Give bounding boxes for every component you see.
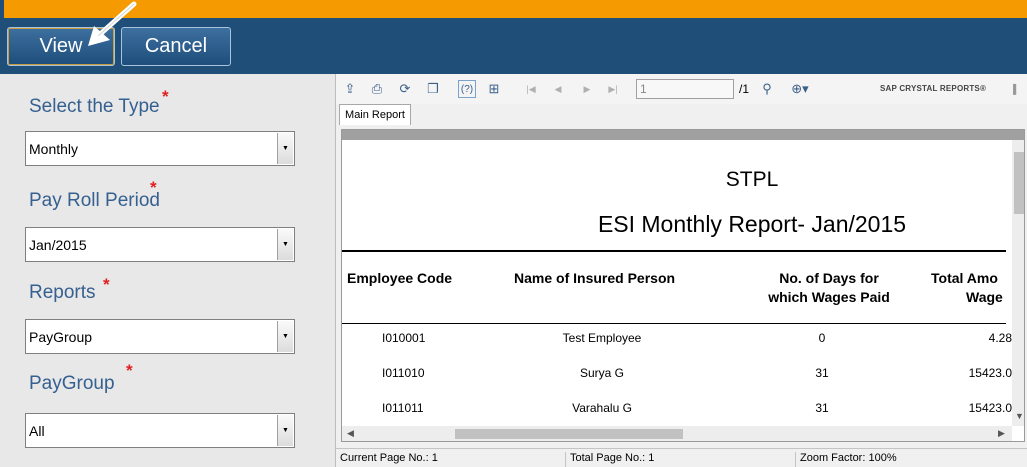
type-label: Select the Type: [29, 96, 160, 117]
copy-icon[interactable]: ❐: [424, 80, 442, 98]
horizontal-scroll-thumb[interactable]: [455, 429, 683, 439]
next-page-icon[interactable]: ▶: [578, 80, 596, 98]
paygroup-select[interactable]: All ▼: [25, 413, 295, 448]
top-accent-strip: [0, 0, 1027, 18]
dropdown-arrow-icon[interactable]: ▼: [277, 321, 293, 352]
report-page: STPL ESI Monthly Report- Jan/2015 Employ…: [341, 129, 1025, 442]
paygroup-select-value: All: [29, 422, 45, 439]
prev-page-icon[interactable]: ◀: [549, 80, 567, 98]
zoom-icon[interactable]: ⊕▾: [787, 80, 813, 98]
period-label: Pay Roll Period: [29, 190, 160, 211]
print-icon[interactable]: ⎙: [368, 80, 386, 98]
table-cell-code: I011011: [382, 401, 424, 415]
find-icon[interactable]: ⚲: [758, 80, 776, 98]
dropdown-arrow-icon[interactable]: ▼: [277, 133, 293, 164]
page-total-label: /1: [739, 82, 750, 96]
report-company: STPL: [725, 168, 779, 191]
required-mark: *: [162, 87, 169, 106]
reports-select-value: PayGroup: [29, 328, 93, 345]
type-select[interactable]: Monthly ▼: [25, 131, 295, 166]
toolbar-overflow-icon[interactable]: ▐: [1008, 80, 1018, 98]
status-current-page: Current Page No.: 1: [340, 452, 438, 464]
header-divider: [342, 250, 1006, 252]
filter-panel: Select the Type * Monthly ▼ Pay Roll Per…: [0, 74, 335, 467]
status-zoom: Zoom Factor: 100%: [795, 452, 897, 467]
table-cell-code: I011010: [382, 366, 425, 380]
column-divider: [342, 323, 1006, 324]
status-total-page: Total Page No.: 1: [565, 452, 654, 467]
period-select[interactable]: Jan/2015 ▼: [25, 227, 295, 262]
header-bar: View Cancel: [0, 18, 1027, 74]
pointer-arrow-icon: [88, 1, 137, 46]
scroll-left-icon[interactable]: ◀: [347, 428, 354, 439]
table-cell-total: 15423.0: [968, 401, 1012, 415]
reports-label: Reports: [29, 282, 96, 303]
report-page-edge: [342, 130, 1024, 140]
brand-label: SAP CRYSTAL REPORTS®: [880, 84, 987, 93]
first-page-icon[interactable]: |◀: [522, 80, 540, 98]
column-header-days-2: which Wages Paid: [768, 289, 890, 305]
required-mark: *: [103, 275, 110, 294]
table-cell-name: Test Employee: [562, 331, 642, 345]
paygroup-label: PayGroup: [29, 373, 115, 394]
table-cell-total: 15423.0: [968, 366, 1012, 380]
period-select-value: Jan/2015: [29, 236, 87, 253]
dropdown-arrow-icon[interactable]: ▼: [277, 415, 293, 446]
required-mark: *: [150, 178, 157, 197]
group-tree-icon[interactable]: ⊞: [485, 80, 503, 98]
column-header-days-1: No. of Days for: [779, 270, 879, 286]
table-cell-code: I010001: [382, 331, 426, 345]
scroll-right-icon[interactable]: ▶: [998, 428, 1005, 439]
table-cell-days: 0: [818, 331, 826, 345]
vertical-scrollbar[interactable]: ▼: [1012, 140, 1024, 426]
refresh-icon[interactable]: ⟳: [396, 80, 414, 98]
table-cell-days: 31: [815, 401, 829, 415]
viewer-toolbar: ⇪ ⎙ ⟳ ❐ (?) ⊞ |◀ ◀ ▶ ▶| 1 /1 ⚲ ⊕▾ SAP CR…: [336, 74, 1027, 104]
dropdown-arrow-icon[interactable]: ▼: [277, 229, 293, 260]
report-viewer: ⇪ ⎙ ⟳ ❐ (?) ⊞ |◀ ◀ ▶ ▶| 1 /1 ⚲ ⊕▾ SAP CR…: [335, 74, 1027, 467]
table-cell-name: Surya G: [579, 366, 624, 380]
table-cell-days: 31: [815, 366, 829, 380]
column-header-total-2: Wage: [966, 289, 1003, 305]
horizontal-scrollbar[interactable]: ◀ ▶: [342, 426, 1012, 441]
report-title: ESI Monthly Report- Jan/2015: [597, 211, 907, 237]
top-strip-corner: [0, 0, 4, 18]
table-cell-name: Varahalu G: [572, 401, 632, 415]
page-number-input[interactable]: 1: [636, 79, 734, 99]
column-header-total-1: Total Amo: [931, 270, 998, 286]
help-icon[interactable]: (?): [458, 80, 476, 98]
required-mark: *: [126, 361, 133, 380]
column-header-code: Employee Code: [347, 270, 453, 286]
tab-main-report[interactable]: Main Report: [339, 104, 411, 125]
last-page-icon[interactable]: ▶|: [604, 80, 622, 98]
reports-select[interactable]: PayGroup ▼: [25, 319, 295, 354]
status-bar: Current Page No.: 1 Total Page No.: 1 Zo…: [336, 448, 1027, 467]
type-select-value: Monthly: [29, 140, 79, 157]
column-header-name: Name of Insured Person: [514, 270, 676, 286]
table-cell-total: 4.28: [988, 331, 1012, 345]
scroll-down-icon[interactable]: ▼: [1015, 411, 1024, 421]
vertical-scroll-thumb[interactable]: [1014, 152, 1024, 214]
export-icon[interactable]: ⇪: [341, 80, 359, 98]
